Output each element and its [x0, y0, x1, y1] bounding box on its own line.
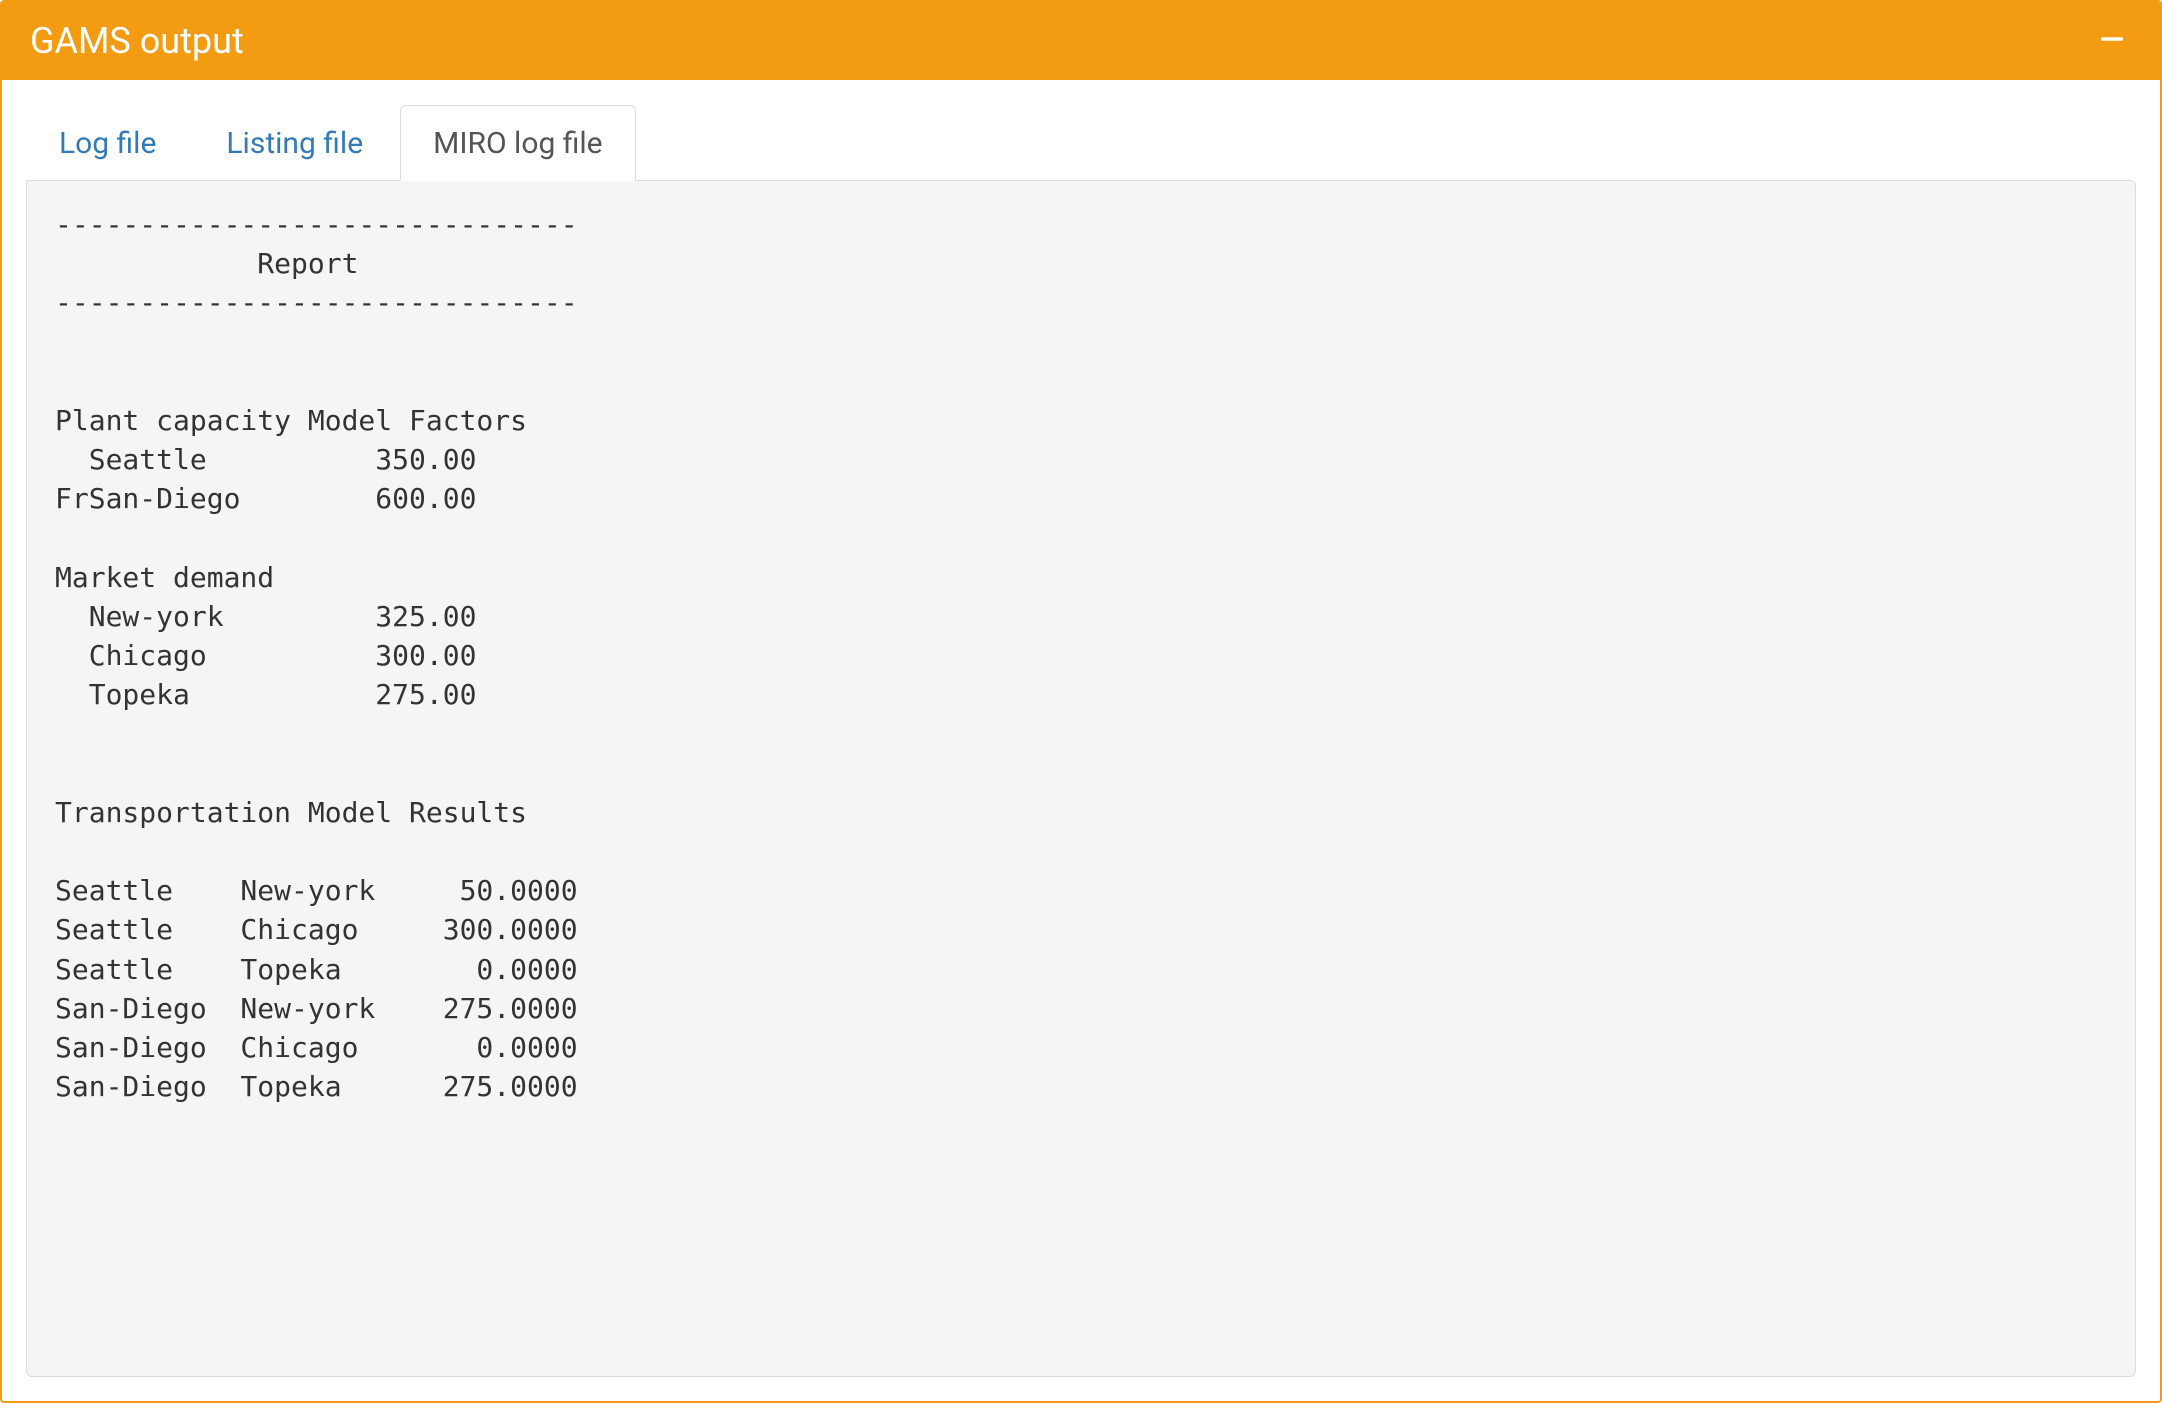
tab-content-miro-log: ------------------------------- Report -… — [26, 180, 2136, 1377]
panel-header[interactable]: GAMS output — [2, 2, 2160, 80]
tab-log-file[interactable]: Log file — [26, 105, 189, 181]
tab-listing-file[interactable]: Listing file — [193, 105, 396, 181]
gams-output-panel: GAMS output Log file Listing file MIRO l… — [0, 0, 2162, 1403]
panel-body: Log file Listing file MIRO log file ----… — [2, 80, 2160, 1401]
tab-miro-log-file[interactable]: MIRO log file — [400, 105, 635, 181]
tabs: Log file Listing file MIRO log file — [26, 104, 2136, 180]
log-output: ------------------------------- Report -… — [55, 205, 2107, 1106]
minimize-icon[interactable] — [2092, 23, 2132, 59]
panel-title: GAMS output — [30, 20, 244, 62]
